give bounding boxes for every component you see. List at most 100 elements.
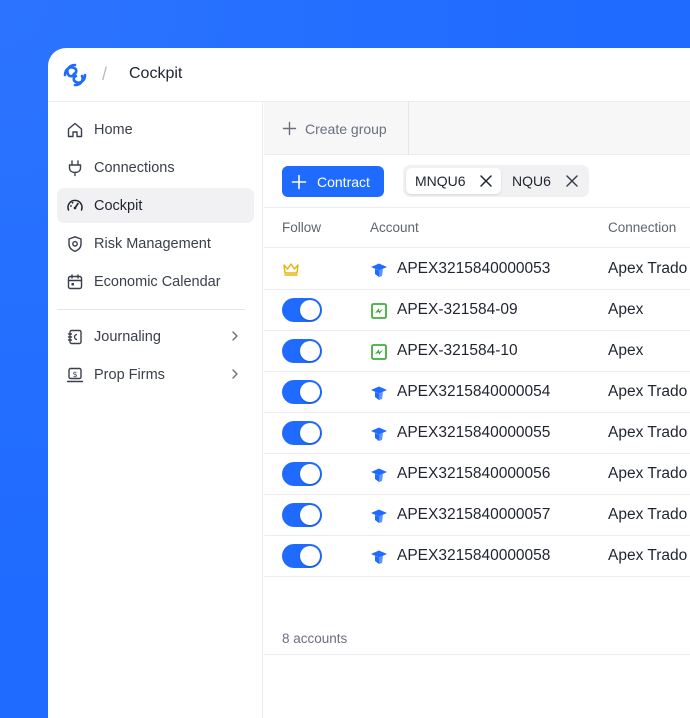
table-row[interactable]: APEX3215840000054 Apex Trado bbox=[264, 372, 690, 413]
sidebar-item-label: Journaling bbox=[94, 328, 161, 345]
filter-bar: Contract MNQU6 NQU6 bbox=[264, 155, 690, 208]
crown-icon bbox=[283, 263, 299, 276]
sidebar-item-economic-calendar[interactable]: Economic Calendar bbox=[57, 264, 254, 299]
svg-text:$: $ bbox=[72, 369, 77, 378]
table-row[interactable]: APEX-321584-09 Apex bbox=[264, 290, 690, 331]
top-bar: / Cockpit bbox=[48, 48, 690, 102]
green-logo-icon bbox=[371, 344, 387, 360]
connection-name: Apex Trado bbox=[608, 260, 688, 277]
sidebar-item-label: Home bbox=[94, 121, 133, 138]
apex-logo-icon bbox=[371, 468, 387, 482]
follow-toggle[interactable] bbox=[282, 339, 322, 363]
account-id: APEX3215840000057 bbox=[397, 506, 551, 523]
column-header-follow[interactable]: Follow bbox=[282, 220, 321, 235]
contract-button-label: Contract bbox=[317, 173, 370, 190]
chip-label: NQU6 bbox=[512, 173, 551, 189]
connection-name: Apex bbox=[608, 301, 644, 318]
dollar-screen-icon: $ bbox=[66, 367, 84, 382]
connection-name: Apex Trado bbox=[608, 383, 688, 400]
create-group-button[interactable]: Create group bbox=[264, 102, 409, 155]
toggle-knob bbox=[300, 382, 320, 402]
table-row[interactable]: APEX3215840000057 Apex Trado bbox=[264, 495, 690, 536]
contract-chip-group: MNQU6 NQU6 bbox=[403, 165, 589, 197]
table-row[interactable]: APEX3215840000053 Apex Trado bbox=[264, 249, 690, 290]
gauge-icon bbox=[67, 199, 83, 211]
account-id: APEX-321584-10 bbox=[397, 342, 518, 359]
page-title: Cockpit bbox=[129, 65, 183, 82]
account-id: APEX-321584-09 bbox=[397, 301, 518, 318]
apex-logo-icon bbox=[371, 509, 387, 523]
add-contract-button[interactable]: Contract bbox=[282, 166, 384, 197]
journal-icon bbox=[67, 329, 82, 344]
sidebar-item-prop-firms[interactable]: $ Prop Firms bbox=[57, 357, 254, 392]
apex-logo-icon bbox=[371, 427, 387, 441]
apex-logo-icon bbox=[371, 386, 387, 400]
contract-chip-mnqu6[interactable]: MNQU6 bbox=[406, 168, 501, 194]
table-header: Follow Account Connection bbox=[264, 208, 690, 248]
connection-name: Apex Trado bbox=[608, 506, 688, 523]
follow-toggle[interactable] bbox=[282, 421, 322, 445]
follow-toggle[interactable] bbox=[282, 544, 322, 568]
connection-name: Apex Trado bbox=[608, 547, 688, 564]
toggle-knob bbox=[300, 505, 320, 525]
sidebar-item-connections[interactable]: Connections bbox=[57, 150, 254, 185]
table-row[interactable]: APEX-321584-10 Apex bbox=[264, 331, 690, 372]
app-window: / Cockpit Home Connections Cockpit Risk … bbox=[48, 48, 690, 718]
sidebar-item-label: Economic Calendar bbox=[94, 273, 221, 290]
follow-toggle[interactable] bbox=[282, 298, 322, 322]
chevron-right-icon bbox=[232, 369, 238, 379]
sidebar-item-home[interactable]: Home bbox=[57, 112, 254, 147]
sidebar-item-label: Connections bbox=[94, 159, 175, 176]
connection-name: Apex bbox=[608, 342, 644, 359]
apex-logo-icon bbox=[371, 263, 387, 277]
sidebar-item-label: Cockpit bbox=[94, 197, 143, 214]
table-row[interactable]: APEX3215840000055 Apex Trado bbox=[264, 413, 690, 454]
follow-toggle[interactable] bbox=[282, 380, 322, 404]
table-row[interactable]: APEX3215840000058 Apex Trado bbox=[264, 536, 690, 577]
sidebar-item-journaling[interactable]: Journaling bbox=[57, 319, 254, 354]
calendar-icon bbox=[67, 273, 83, 289]
home-icon bbox=[67, 122, 83, 137]
sidebar-divider bbox=[57, 309, 245, 310]
sidebar: Home Connections Cockpit Risk Management… bbox=[48, 102, 263, 718]
sidebar-item-cockpit[interactable]: Cockpit bbox=[57, 188, 254, 223]
column-header-account[interactable]: Account bbox=[370, 220, 419, 235]
apex-logo-icon bbox=[371, 550, 387, 564]
account-id: APEX3215840000058 bbox=[397, 547, 551, 564]
chip-label: MNQU6 bbox=[415, 173, 466, 189]
account-id: APEX3215840000055 bbox=[397, 424, 551, 441]
account-id: APEX3215840000053 bbox=[397, 260, 551, 277]
toggle-knob bbox=[300, 464, 320, 484]
chevron-right-icon bbox=[232, 331, 238, 341]
accounts-count: 8 accounts bbox=[282, 631, 348, 646]
account-id: APEX3215840000056 bbox=[397, 465, 551, 482]
toggle-knob bbox=[300, 423, 320, 443]
sidebar-item-label: Risk Management bbox=[94, 235, 211, 252]
plug-icon bbox=[68, 159, 82, 176]
plus-icon bbox=[282, 121, 297, 136]
sidebar-item-risk-management[interactable]: Risk Management bbox=[57, 226, 254, 261]
close-icon[interactable] bbox=[479, 174, 493, 188]
plus-icon bbox=[291, 174, 307, 189]
column-header-connection[interactable]: Connection bbox=[608, 220, 676, 235]
toggle-knob bbox=[300, 300, 320, 320]
toggle-knob bbox=[300, 341, 320, 361]
follow-toggle[interactable] bbox=[282, 503, 322, 527]
group-tab-bar: Create group bbox=[264, 102, 690, 155]
connection-name: Apex Trado bbox=[608, 465, 688, 482]
app-logo-icon[interactable] bbox=[62, 62, 88, 88]
create-group-label: Create group bbox=[305, 120, 387, 137]
contract-chip-nqu6[interactable]: NQU6 bbox=[503, 168, 587, 194]
connection-name: Apex Trado bbox=[608, 424, 688, 441]
main-panel: Create group Contract MNQU6 NQU6 Follow bbox=[264, 102, 690, 718]
table-footer-divider bbox=[264, 654, 690, 655]
close-icon[interactable] bbox=[565, 174, 579, 188]
follow-toggle[interactable] bbox=[282, 462, 322, 486]
green-logo-icon bbox=[371, 303, 387, 319]
sidebar-item-label: Prop Firms bbox=[94, 366, 165, 383]
table-row[interactable]: APEX3215840000056 Apex Trado bbox=[264, 454, 690, 495]
shield-icon bbox=[68, 235, 82, 252]
breadcrumb-separator: / bbox=[102, 64, 108, 84]
toggle-knob bbox=[300, 546, 320, 566]
account-id: APEX3215840000054 bbox=[397, 383, 551, 400]
